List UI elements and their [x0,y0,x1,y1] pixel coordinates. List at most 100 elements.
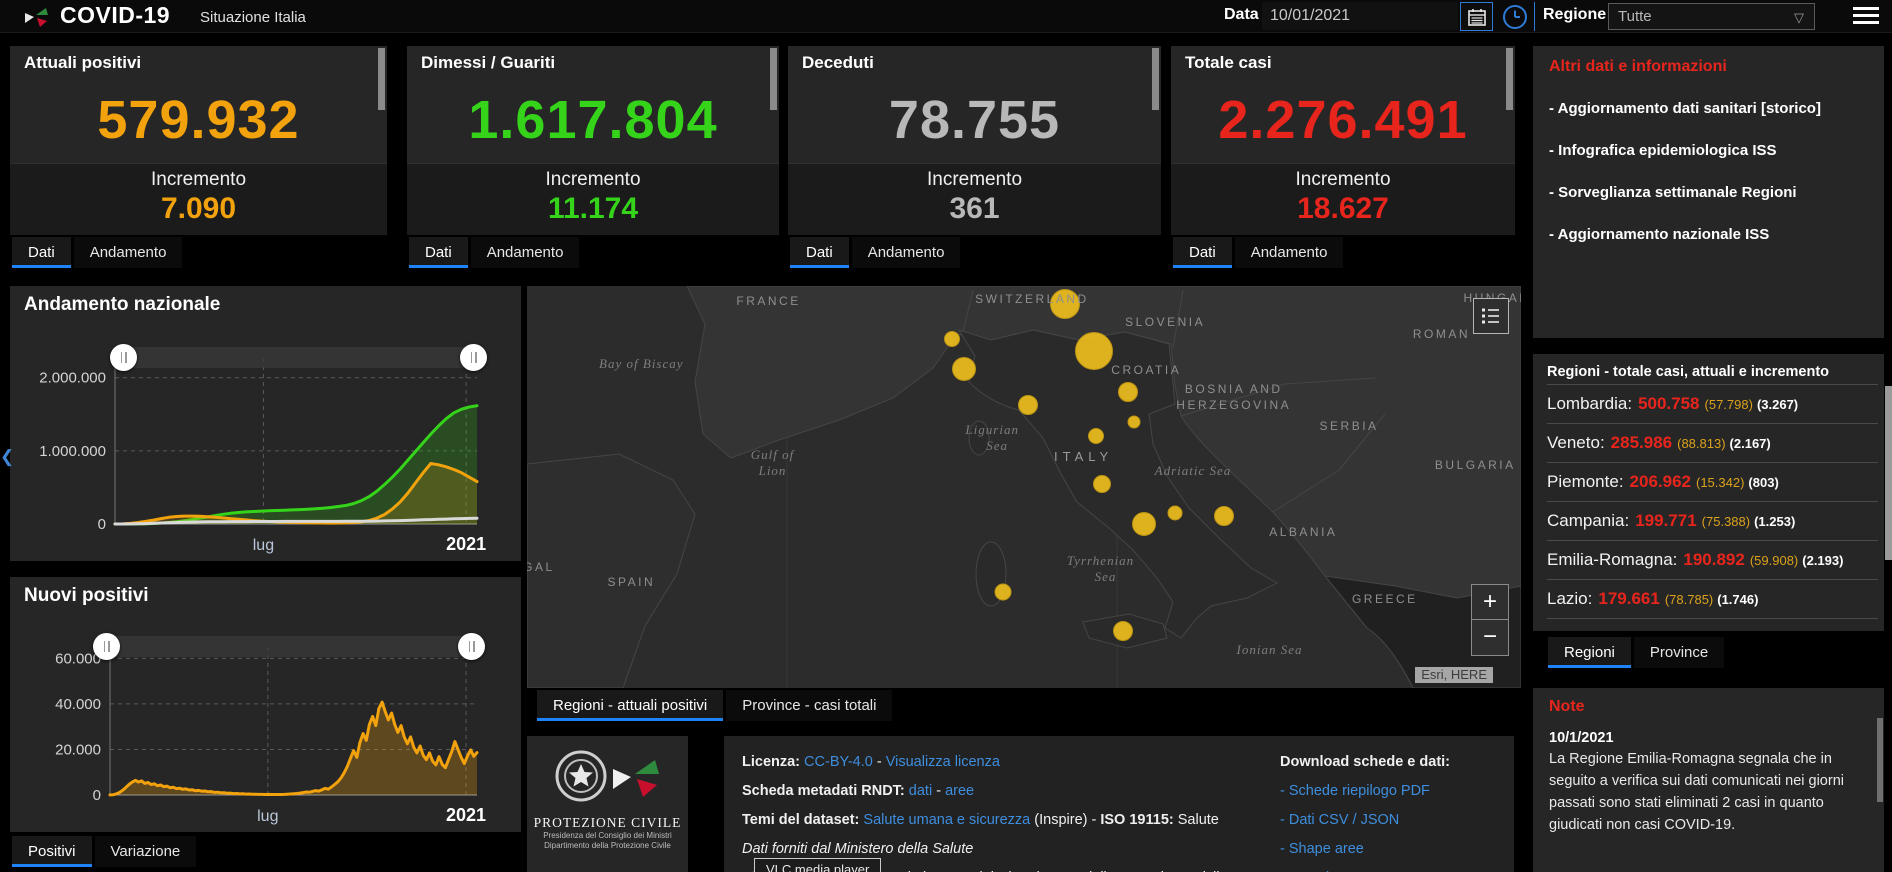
card-attuali-positivi: Attuali positivi 579.932 Incremento 7.09… [10,46,387,235]
schede-pdf-link[interactable]: - Schede riepilogo PDF [1280,777,1510,806]
italy-bubble-map[interactable]: FRANCESWITZERLANDSLOVENIACROATIABOSNIA A… [527,286,1521,688]
region-row-emilia-romagna[interactable]: Emilia-Romagna: 190.892 (59.908) (2.193) [1547,540,1878,579]
region-row-campania[interactable]: Campania: 199.771 (75.388) (1.253) [1547,501,1878,540]
layer-list-icon [1481,306,1501,326]
regione-value: Tutte [1618,8,1652,25]
card-value: 1.617.804 [407,89,779,151]
regione-dropdown[interactable]: Tutte ▽ [1608,3,1815,30]
download-column: Download schede e dati: - Schede riepilo… [1280,748,1510,872]
tab-dati[interactable]: Dati [12,237,71,268]
tab-province-casi-totali[interactable]: Province - casi totali [726,690,892,721]
slider-handle-left[interactable] [110,344,137,371]
tab-andamento[interactable]: Andamento [852,237,961,268]
card-scrollbar[interactable] [1152,48,1159,110]
svg-text:2.000.000: 2.000.000 [39,370,106,387]
salute-umana-link[interactable]: Salute umana e sicurezza [863,812,1030,828]
zoom-in-button[interactable]: + [1471,584,1509,620]
andamento-nazionale-panel: Andamento nazionale lug202101.000.0002.0… [10,286,521,561]
region-row-lazio[interactable]: Lazio: 179.661 (78.785) (1.746) [1547,579,1878,618]
slider-track[interactable] [107,636,474,657]
region-row-toscana[interactable]: Toscana: 124.851 (8.461) (473) [1547,618,1878,631]
region-name: Lombardia: [1547,394,1632,414]
map-bubble[interactable] [1132,512,1156,536]
map-bubble[interactable] [1093,475,1111,493]
tab-positivi[interactable]: Positivi [12,836,92,867]
map-tabs: Regioni - attuali positivi Province - ca… [537,690,892,721]
link-aggiornamento-nazionale-iss[interactable]: - Aggiornamento nazionale ISS [1549,224,1868,245]
card-value: 78.755 [788,89,1161,151]
slider-handle-right[interactable] [460,344,487,371]
region-increment: (3.267) [1757,397,1798,412]
map-bubble[interactable] [1214,506,1234,526]
dati-csv-json-link[interactable]: - Dati CSV / JSON [1280,806,1510,835]
map-bubble[interactable] [995,583,1012,600]
tab-regioni[interactable]: Regioni [1548,637,1631,668]
tab-dati[interactable]: Dati [409,237,468,268]
svg-text:20.000: 20.000 [55,741,101,758]
tab-variazione[interactable]: Variazione [95,836,197,867]
iso-label: ISO 19115: [1100,812,1173,828]
tab-regioni-attuali-positivi[interactable]: Regioni - attuali positivi [537,690,723,721]
map-attribution: Esri, HERE [1415,667,1493,683]
map-bubble[interactable] [944,331,960,347]
calendar-button[interactable] [1460,2,1493,31]
altri-dati-panel: Altri dati e informazioni - Aggiornament… [1533,46,1884,338]
region-increment: (2.167) [1730,436,1771,451]
region-name: Veneto: [1547,433,1605,453]
tab-dati[interactable]: Dati [790,237,849,268]
layer-list-button[interactable] [1473,298,1509,334]
tab-province[interactable]: Province [1634,637,1724,668]
clock-icon [1502,4,1528,30]
chart-title: Andamento nazionale [24,294,220,316]
slider-handle-right[interactable] [458,633,485,660]
card-scrollbar[interactable] [378,48,385,110]
card-scrollbar[interactable] [770,48,777,110]
increment-label: Incremento [407,169,779,191]
svg-text:lug: lug [257,808,278,825]
tab-dati[interactable]: Dati [1173,237,1232,268]
tab-andamento[interactable]: Andamento [471,237,580,268]
app-subtitle: Situazione Italia [200,9,306,26]
slider-track[interactable] [124,347,476,368]
rndt-dati-link[interactable]: dati [909,783,932,799]
map-bubble[interactable] [1075,332,1113,370]
note-scrollbar[interactable] [1877,718,1883,802]
rndt-aree-link[interactable]: aree [945,783,974,799]
link-sorveglianza-regioni[interactable]: - Sorveglianza settimanale Regioni [1549,182,1868,203]
region-row-veneto[interactable]: Veneto: 285.986 (88.813) (2.167) [1547,423,1878,462]
svg-text:0: 0 [98,516,106,533]
link-aggiornamento-dati-sanitari[interactable]: - Aggiornamento dati sanitari [storico] [1549,98,1868,119]
map-bubble[interactable] [1050,289,1080,319]
map-bubble[interactable] [1128,416,1141,429]
region-row-lombardia[interactable]: Lombardia: 500.758 (57.798) (3.267) [1547,384,1878,423]
time-button[interactable] [1502,4,1528,30]
metadata-link[interactable]: - Metadata [1280,864,1510,872]
region-row-piemonte[interactable]: Piemonte: 206.962 (15.342) (803) [1547,462,1878,501]
zoom-out-button[interactable]: − [1471,620,1509,656]
card-increment-band: Incremento 18.627 [1171,163,1515,235]
map-bubble[interactable] [952,357,976,381]
card-scrollbar[interactable] [1506,48,1513,110]
map-bubble[interactable] [1018,395,1038,415]
increment-label: Incremento [788,169,1161,191]
visualizza-licenza-link[interactable]: Visualizza licenza [886,754,1000,770]
map-bubble[interactable] [1118,382,1138,402]
date-input[interactable] [1262,2,1458,30]
slider-handle-left[interactable] [93,633,120,660]
top-bar: COVID-19 Situazione Italia Data Regio [0,0,1892,33]
region-current: (8.461) [1688,631,1729,632]
map-bubble[interactable] [1168,505,1183,520]
collapse-panel-chevron-icon[interactable]: ❮ [0,447,14,467]
menu-icon[interactable] [1853,7,1879,27]
shape-aree-link[interactable]: - Shape aree [1280,835,1510,864]
regions-scrollbar[interactable] [1885,386,1892,560]
region-current: (57.798) [1705,397,1753,412]
region-increment: (473) [1733,631,1763,632]
tab-andamento[interactable]: Andamento [74,237,183,268]
map-bubble[interactable] [1088,428,1104,444]
map-bubble[interactable] [1113,621,1133,641]
link-infografica-iss[interactable]: - Infografica epidemiologica ISS [1549,140,1868,161]
cc-by-link[interactable]: CC-BY-4.0 [804,754,873,770]
tab-andamento[interactable]: Andamento [1235,237,1344,268]
calendar-icon [1468,8,1486,26]
